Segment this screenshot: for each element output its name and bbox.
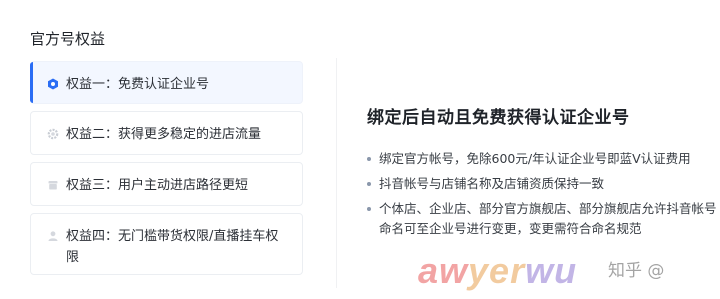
benefit-tab-4[interactable]: 权益四：无门槛带货权限/直播挂车权限 xyxy=(30,213,303,275)
detail-bullet: 抖音帐号与店铺名称及店铺资质保持一致 xyxy=(367,174,720,194)
detail-bullet-text: 个体店、企业店、部分官方旗舰店、部分旗舰店允许抖音帐号命名可至企业号进行变更，变… xyxy=(379,201,717,236)
benefit-tab-2[interactable]: 权益二：获得更多稳定的进店流量 xyxy=(30,111,303,155)
benefit-tab-3[interactable]: 权益三：用户主动进店路径更短 xyxy=(30,162,303,206)
hexagon-badge-icon xyxy=(47,78,59,90)
bullet-dot-icon xyxy=(367,182,371,186)
watermark-source: 知乎 @ xyxy=(608,261,665,281)
benefit-label: 权益四：无门槛带货权限/直播挂车权限 xyxy=(66,229,279,265)
bullet-dot-icon xyxy=(367,207,371,211)
bullet-dot-icon xyxy=(367,157,371,161)
benefit-list: 权益一：免费认证企业号 权益二：获得更多稳定的进店流量 权益三：用户主动进店路径… xyxy=(30,61,303,282)
user-icon xyxy=(47,230,59,242)
gear-icon xyxy=(47,128,59,140)
benefit-label: 权益一：免费认证企业号 xyxy=(66,77,210,92)
detail-bullet-text: 绑定官方帐号，免除600元/年认证企业号即蓝V认证费用 xyxy=(379,151,691,166)
store-icon xyxy=(47,179,59,191)
benefit-label: 权益三：用户主动进店路径更短 xyxy=(66,178,249,193)
benefit-tab-1[interactable]: 权益一：免费认证企业号 xyxy=(30,61,303,104)
detail-bullet-list: 绑定官方帐号，免除600元/年认证企业号即蓝V认证费用 抖音帐号与店铺名称及店铺… xyxy=(367,149,720,244)
detail-bullet: 个体店、企业店、部分官方旗舰店、部分旗舰店允许抖音帐号命名可至企业号进行变更，变… xyxy=(367,199,720,239)
benefit-label: 权益二：获得更多稳定的进店流量 xyxy=(66,127,262,142)
watermark: awyerwu 知乎 @ xyxy=(418,250,720,291)
detail-bullet-text: 抖音帐号与店铺名称及店铺资质保持一致 xyxy=(379,176,605,191)
detail-title: 绑定后自动且免费获得认证企业号 xyxy=(367,108,630,128)
section-title: 官方号权益 xyxy=(30,30,106,48)
detail-bullet: 绑定官方帐号，免除600元/年认证企业号即蓝V认证费用 xyxy=(367,149,720,169)
column-divider xyxy=(336,58,337,288)
watermark-text: awyerwu xyxy=(418,250,578,291)
